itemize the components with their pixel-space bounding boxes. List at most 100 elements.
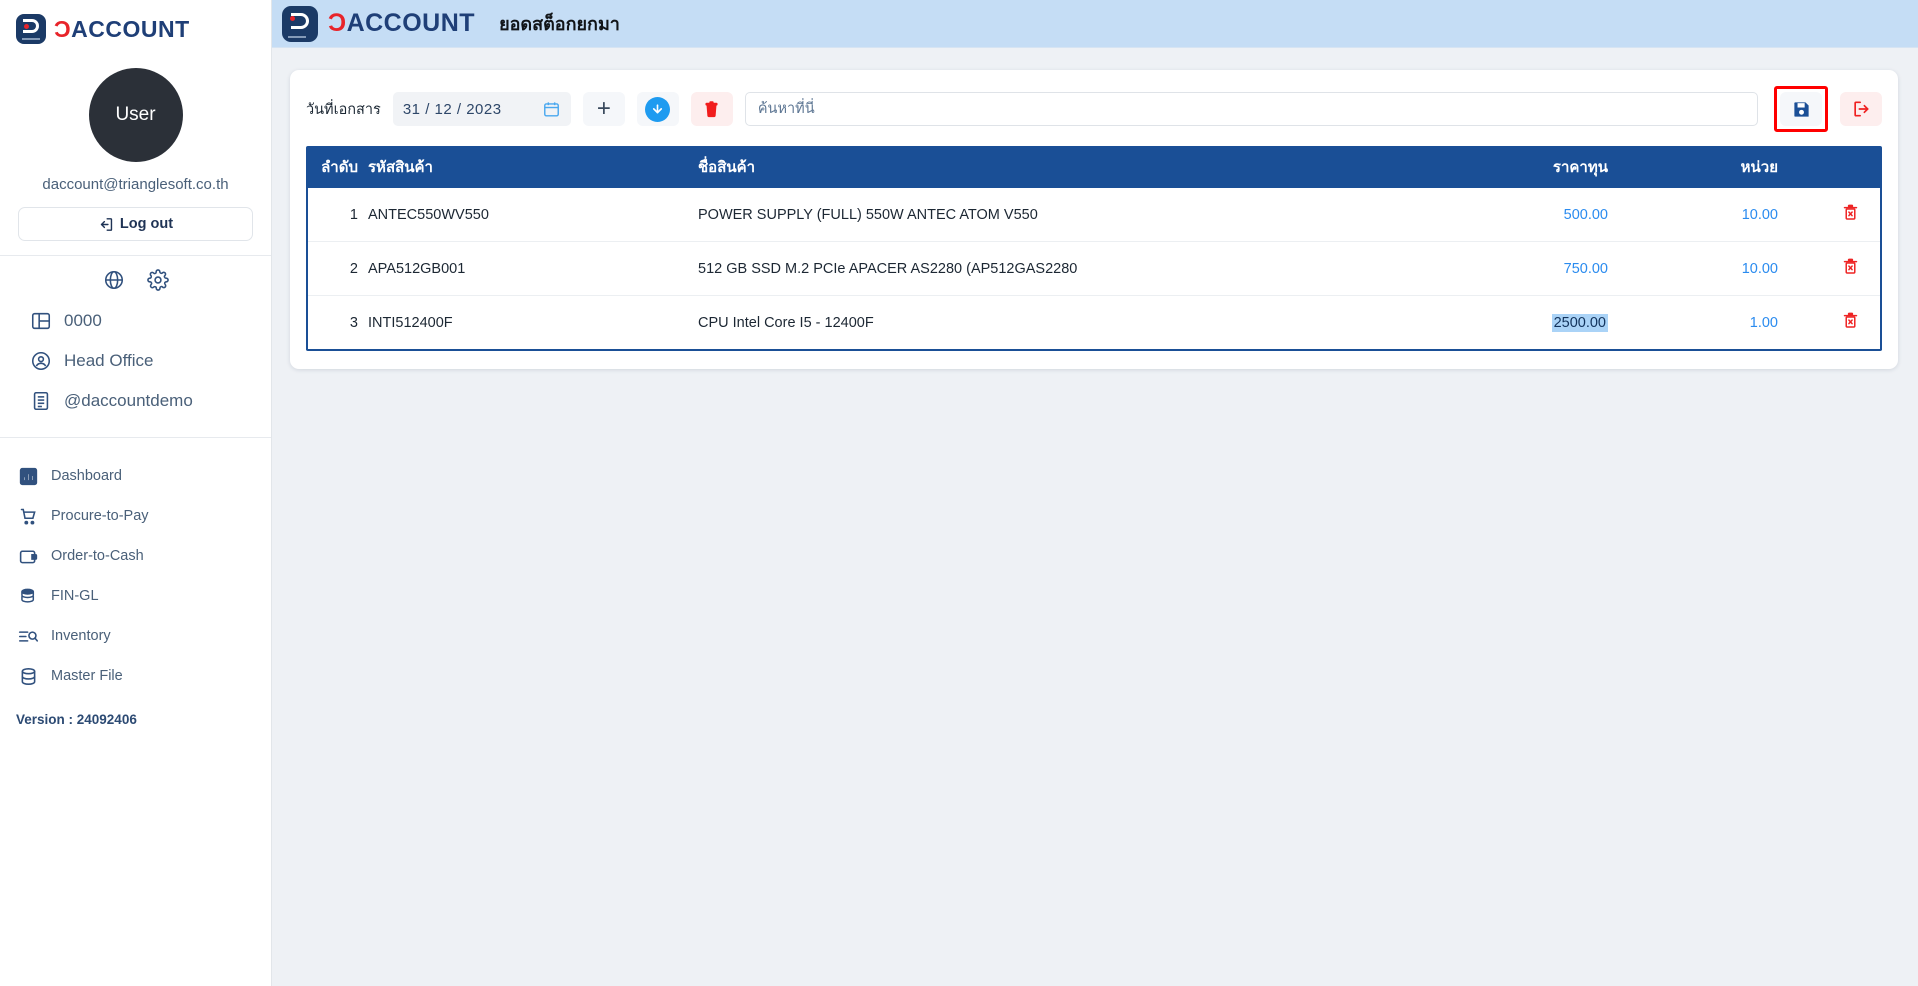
sidebar-brand[interactable]: Ɔ ACCOUNT [0, 0, 271, 58]
exit-icon [1851, 99, 1871, 119]
dashboard-icon [18, 466, 39, 487]
main-area: Ɔ ACCOUNT ยอดสต็อกยกมา วันที่เอกสาร 31 / … [272, 0, 1918, 986]
coins-icon [18, 586, 39, 607]
cell-cost[interactable]: 2500.00 [1440, 296, 1650, 350]
cell-seq: 3 [349, 314, 358, 331]
delete-row-icon[interactable] [1841, 311, 1860, 330]
org-info-list: 0000 Head Office @daccountdemo [0, 297, 271, 431]
document-date-label: วันที่เอกสาร [306, 101, 381, 118]
sidebar-item-master-file[interactable]: Master File [0, 656, 271, 696]
stock-table: ลำดับ รหัสสินค้า ชื่อสินค้า ราคาทุน หน่ว… [308, 146, 1880, 349]
save-button[interactable] [1780, 92, 1822, 126]
save-button-highlight [1774, 86, 1828, 132]
cell-actions [1820, 188, 1880, 242]
sidebar-item-label: Dashboard [51, 468, 122, 484]
cell-seq: 1 [308, 188, 368, 242]
topbar-logo-icon [282, 5, 318, 42]
cell-seq: 2 [308, 241, 368, 296]
table-row[interactable]: 2 APA512GB001 512 GB SSD M.2 PCIe APACER A… [308, 241, 1880, 296]
toolbar: วันที่เอกสาร 31 / 12 / 2023 + [306, 86, 1882, 132]
download-icon [645, 96, 671, 122]
calendar-icon[interactable] [542, 100, 561, 119]
plus-icon: + [596, 95, 611, 122]
cell-cost[interactable]: 500.00 [1440, 188, 1650, 242]
brand-wordmark: Ɔ ACCOUNT [54, 16, 190, 43]
profile-email: daccount@trianglesoft.co.th [42, 176, 229, 193]
main-nav: Dashboard Procure-to-Pay Order-to-Cash F… [0, 438, 271, 696]
delete-all-button[interactable] [690, 92, 733, 126]
cell-cost[interactable]: 750.00 [1440, 241, 1650, 296]
exit-button[interactable] [1840, 92, 1882, 126]
column-header-unit: หน่วย [1650, 146, 1820, 188]
search-wrapper [744, 92, 1758, 126]
table-row[interactable]: 3 INTI512400F CPU Intel Core I5 - 12400F 25… [308, 296, 1880, 350]
column-header-code: รหัสสินค้า [368, 146, 698, 188]
page-title: ยอดสต็อกยกมา [499, 14, 620, 34]
sidebar-item-label: Master File [51, 668, 123, 684]
column-header-name: ชื่อสินค้า [698, 146, 1440, 188]
search-input[interactable] [744, 92, 1758, 126]
sidebar-item-label: Order-to-Cash [51, 548, 144, 564]
table-row[interactable]: 1 ANTEC550WV550 POWER SUPPLY (FULL) 550W A… [308, 188, 1880, 242]
sidebar-item-company-code[interactable]: 0000 [0, 301, 271, 341]
stock-card: วันที่เอกสาร 31 / 12 / 2023 + ค้นหาที่นี… [290, 70, 1898, 369]
logout-label: Log out [119, 216, 174, 232]
database-icon [18, 666, 39, 687]
sidebar-item-label: Inventory [51, 628, 111, 644]
user-circle-icon [30, 350, 52, 372]
brand-word-red: Ɔ [54, 15, 72, 42]
selected-text: 2500.00 [1551, 313, 1608, 332]
stock-table-wrapper: ลำดับ รหัสสินค้า ชื่อสินค้า ราคาทุน หน่ว… [306, 146, 1882, 351]
profile-block: User daccount@trianglesoft.co.th Log out [0, 58, 271, 241]
wallet-icon [18, 546, 39, 567]
stock-table-head: ลำดับ รหัสสินค้า ชื่อสินค้า ราคาทุน หน่ว… [308, 146, 1880, 188]
cell-name[interactable]: CPU Intel Core I5 - 12400F [698, 296, 1440, 350]
cell-unit[interactable]: 1.00 [1650, 296, 1820, 350]
gear-icon[interactable] [146, 269, 169, 291]
topbar: Ɔ ACCOUNT ยอดสต็อกยกมา [272, 0, 1918, 48]
table-header-row: ลำดับ รหัสสินค้า ชื่อสินค้า ราคาทุน หน่ว… [308, 146, 1880, 188]
app-root: Ɔ ACCOUNT User daccount@trianglesoft.co.t… [0, 0, 1918, 986]
sidebar: Ɔ ACCOUNT User daccount@trianglesoft.co.t… [0, 0, 272, 986]
document-icon [30, 390, 52, 412]
logout-button[interactable]: Log out [18, 207, 253, 241]
sidebar-item-order-to-cash[interactable]: Order-to-Cash [0, 536, 271, 576]
delete-row-icon[interactable] [1841, 257, 1860, 276]
sidebar-item-dashboard[interactable]: Dashboard [0, 456, 271, 496]
cell-code[interactable]: APA512GB001 [368, 241, 698, 296]
cell-name[interactable]: POWER SUPPLY (FULL) 550W ANTEC ATOM V550 [698, 188, 1440, 242]
topbar-brand-wordmark: Ɔ ACCOUNT [328, 9, 475, 38]
stock-table-body: 1 ANTEC550WV550 POWER SUPPLY (FULL) 550W A… [308, 188, 1880, 349]
topbar-brand-word-red: Ɔ [328, 9, 347, 37]
sidebar-item-fin-gl[interactable]: FIN-GL [0, 576, 271, 616]
add-row-button[interactable]: + [582, 92, 625, 126]
column-header-seq: ลำดับ [308, 146, 368, 188]
sidebar-item-procure-to-pay[interactable]: Procure-to-Pay [0, 496, 271, 536]
save-icon [1792, 100, 1811, 119]
cell-actions [1820, 241, 1880, 296]
quick-icons [0, 256, 271, 297]
document-date-value: 31 / 12 / 2023 [402, 100, 502, 118]
globe-icon[interactable] [103, 269, 125, 291]
column-header-cost: ราคาทุน [1440, 146, 1650, 188]
cell-code[interactable]: ANTEC550WV550 [368, 188, 698, 242]
cell-unit[interactable]: 10.00 [1650, 188, 1820, 242]
sidebar-item-account[interactable]: @daccountdemo [0, 381, 271, 421]
cell-actions [1820, 296, 1880, 350]
import-button[interactable] [636, 92, 679, 126]
logout-icon [98, 216, 115, 233]
column-header-actions [1820, 146, 1880, 188]
cell-unit[interactable]: 10.00 [1650, 241, 1820, 296]
topbar-brand-word-blue: ACCOUNT [346, 9, 476, 37]
sidebar-item-label: Procure-to-Pay [51, 508, 149, 524]
sidebar-item-label: Head Office [64, 351, 154, 370]
cell-name[interactable]: 512 GB SSD M.2 PCIe APACER AS2280 (AP512… [698, 241, 1440, 296]
document-date-input[interactable]: 31 / 12 / 2023 [392, 92, 571, 126]
sidebar-item-branch[interactable]: Head Office [0, 341, 271, 381]
delete-row-icon[interactable] [1841, 203, 1860, 222]
panel-icon [30, 310, 52, 332]
sidebar-item-inventory[interactable]: Inventory [0, 616, 271, 656]
avatar: User [88, 68, 183, 162]
cell-code[interactable]: INTI512400F [368, 296, 698, 350]
trash-icon [702, 100, 721, 119]
